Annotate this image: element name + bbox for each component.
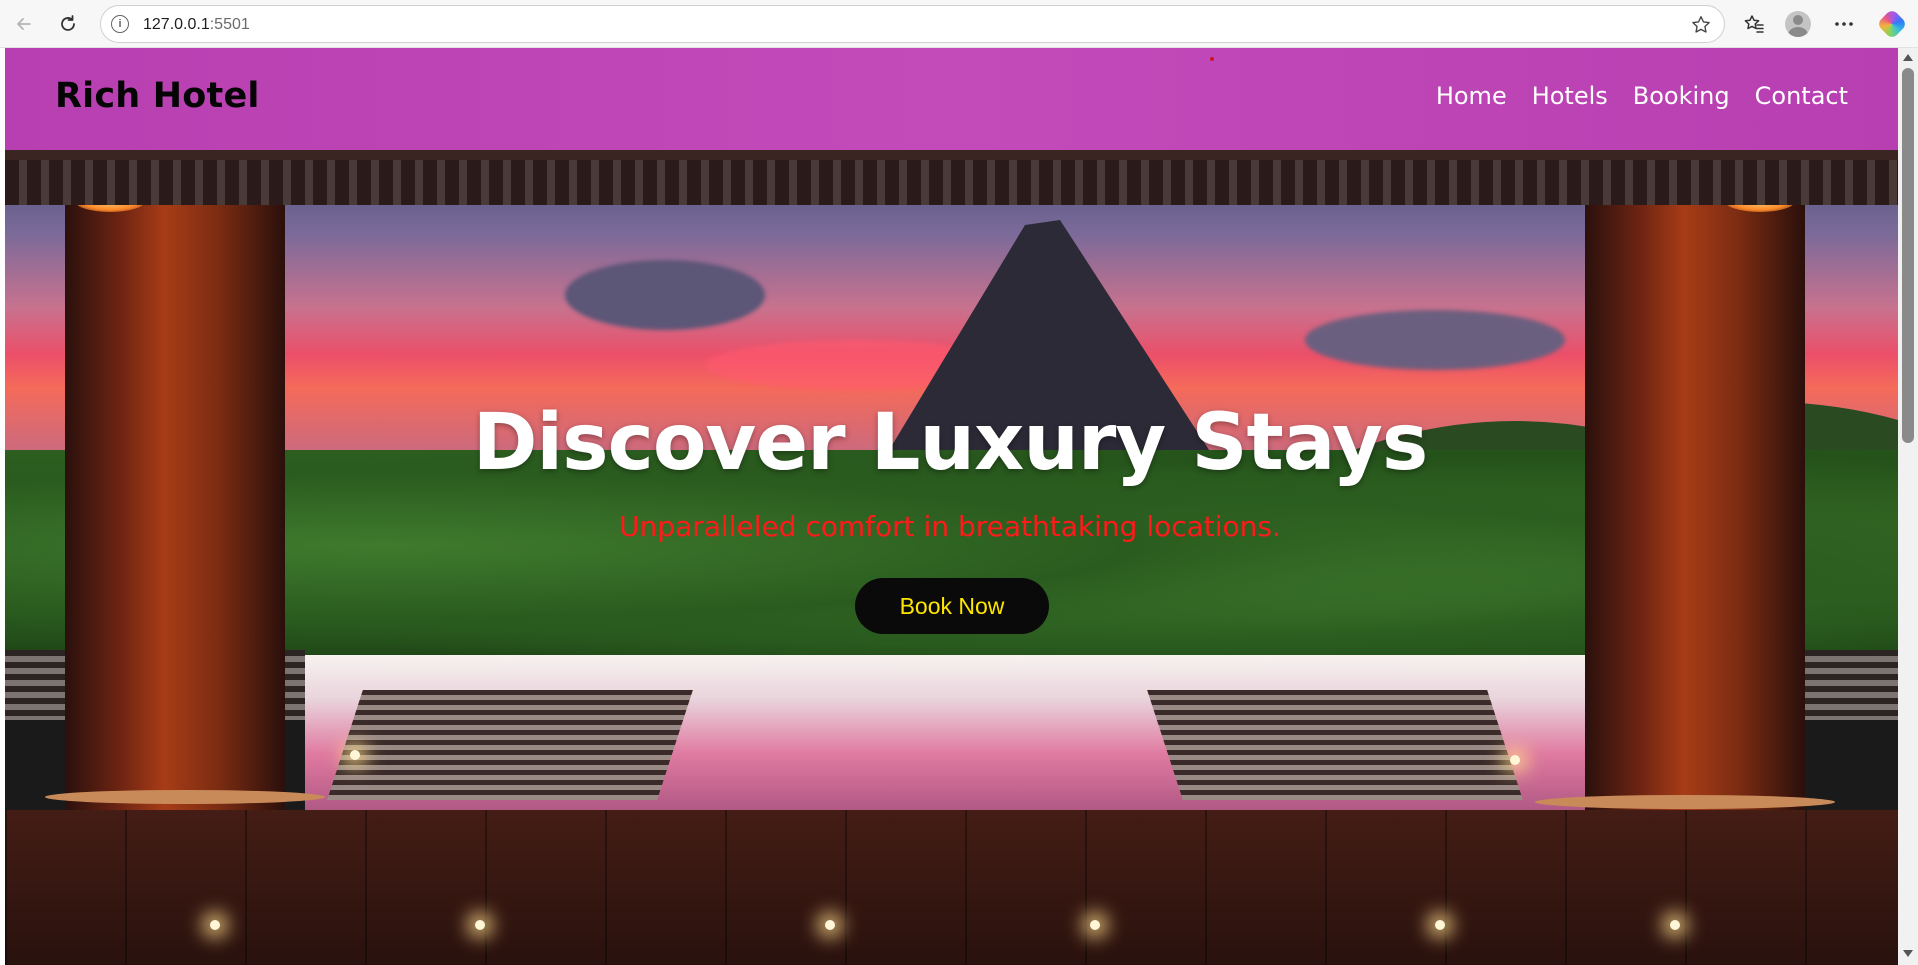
- pillar-right: [1585, 170, 1805, 810]
- decorative-dot: [1210, 57, 1214, 61]
- stones-right: [1535, 795, 1835, 809]
- brand-logo[interactable]: Rich Hotel: [55, 76, 260, 116]
- pillar-left: [65, 170, 285, 810]
- hero-background-image: [5, 150, 1898, 965]
- scroll-up-arrow-icon[interactable]: [1903, 54, 1913, 61]
- deck-light: [210, 920, 220, 930]
- reload-icon: [61, 15, 75, 31]
- lounger-left: [327, 690, 693, 800]
- url-text[interactable]: 127.0.0.1:5501: [143, 16, 250, 34]
- lounger-right: [1147, 690, 1523, 800]
- deck-light: [825, 920, 835, 930]
- roof-edge: [5, 150, 1898, 160]
- site-info-icon[interactable]: i: [111, 15, 129, 33]
- scroll-down-arrow-icon[interactable]: [1903, 950, 1913, 957]
- profile-button[interactable]: [1782, 8, 1814, 40]
- main-nav: Home Hotels Booking Contact: [1436, 82, 1848, 110]
- favorites-icon: [1744, 15, 1764, 33]
- nav-link-contact[interactable]: Contact: [1755, 82, 1848, 110]
- deck-light: [475, 920, 485, 930]
- page-viewport: Rich Hotel Home Hotels Booking Contact D…: [5, 48, 1898, 965]
- deck-light: [350, 750, 360, 760]
- favorites-button[interactable]: [1738, 8, 1770, 40]
- more-icon: [1835, 22, 1853, 26]
- url-port: :5501: [209, 16, 250, 33]
- deck-light: [1670, 920, 1680, 930]
- nav-link-booking[interactable]: Booking: [1633, 82, 1730, 110]
- reload-button[interactable]: [52, 8, 84, 40]
- copilot-icon: [1876, 8, 1908, 40]
- scroll-thumb[interactable]: [1902, 68, 1914, 443]
- url-host: 127.0.0.1: [143, 16, 210, 33]
- book-now-button[interactable]: Book Now: [855, 578, 1049, 634]
- nav-link-hotels[interactable]: Hotels: [1532, 82, 1608, 110]
- browser-toolbar: i 127.0.0.1:5501: [0, 0, 1918, 48]
- address-bar[interactable]: i 127.0.0.1:5501: [100, 5, 1725, 43]
- star-icon[interactable]: [1690, 14, 1712, 36]
- nav-link-home[interactable]: Home: [1436, 82, 1507, 110]
- deck-light: [1510, 755, 1520, 765]
- profile-icon: [1785, 11, 1811, 37]
- back-arrow-icon: [17, 18, 31, 30]
- copilot-button[interactable]: [1876, 8, 1908, 40]
- deck-light: [1435, 920, 1445, 930]
- deck-light: [1090, 920, 1100, 930]
- page-scrollbar[interactable]: [1898, 48, 1918, 965]
- more-button[interactable]: [1828, 8, 1860, 40]
- back-button[interactable]: [8, 8, 40, 40]
- stones-left: [45, 790, 325, 804]
- wooden-deck: [5, 810, 1898, 965]
- site-header: Rich Hotel Home Hotels Booking Contact: [5, 48, 1898, 150]
